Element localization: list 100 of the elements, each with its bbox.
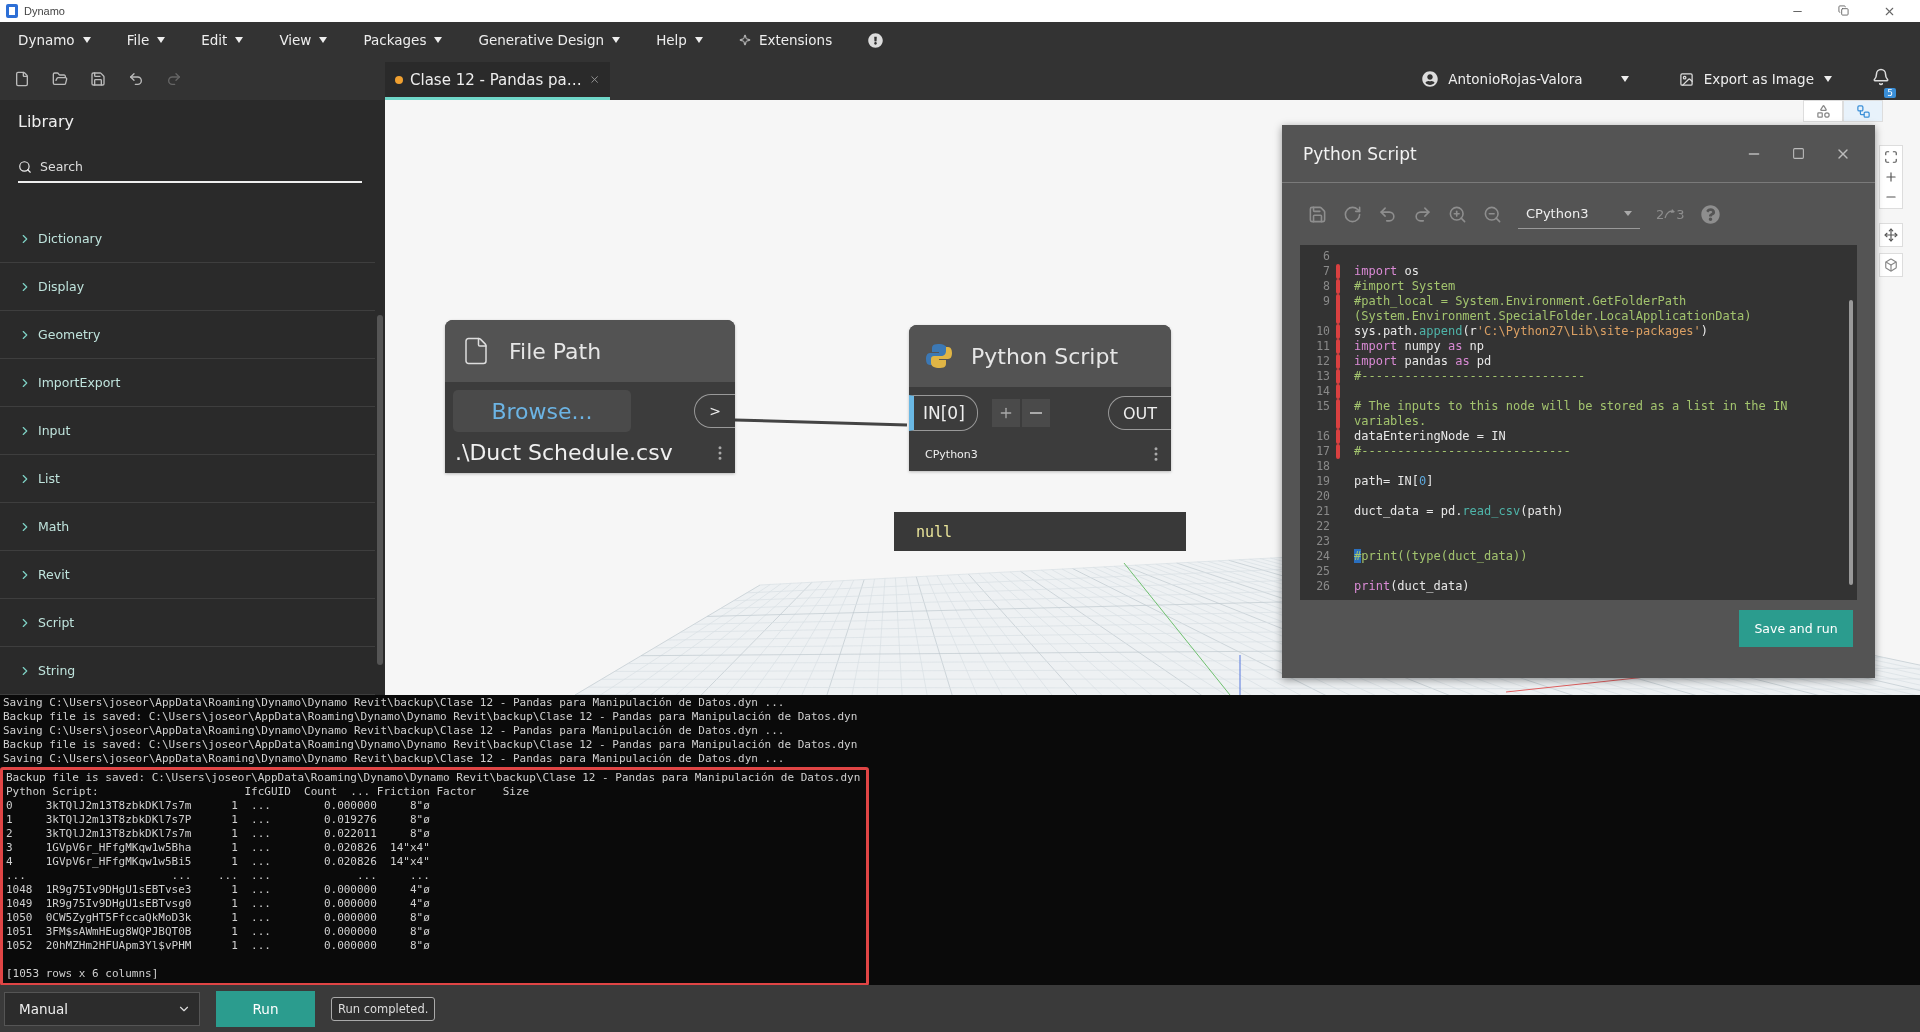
console-line: Saving C:\Users\joseor\AppData\Roaming\Dynamo\Dynamo Revit\backup\Clase 12 - Pandas para Manipulación de Datos.dyn ... [2, 724, 786, 738]
info-icon[interactable] [868, 32, 884, 48]
line-number: 19 [1315, 474, 1331, 489]
run-status: Run completed. [331, 996, 436, 1021]
file-path-node[interactable]: File Path Browse... > .\Duct Schedule.csv [445, 320, 735, 473]
geometry-view-button[interactable] [1803, 100, 1843, 122]
menu-item[interactable]: Help [656, 32, 703, 48]
menu-item[interactable]: Packages [363, 32, 443, 48]
library-category[interactable]: Dictionary [0, 215, 375, 263]
caret-icon [157, 37, 166, 43]
library-category[interactable]: Revit [0, 551, 375, 599]
library-category[interactable]: Geometry [0, 311, 375, 359]
code-editor[interactable] [1300, 245, 1857, 600]
engine-select[interactable]: CPython3 [1518, 199, 1640, 229]
line-number: 18 [1315, 459, 1331, 474]
console-line: [1053 rows x 6 columns] [5, 967, 160, 981]
code-line: dataEnteringNode = IN [1354, 429, 1507, 444]
console-line: Backup file is saved: C:\Users\joseor\AppData\Roaming\Dynamo\Dynamo Revit\backup\Clase 12 - Pandas para Manipulación de Datos.dyn [5, 771, 861, 785]
caret-icon [694, 37, 703, 43]
code-line: #----------------------------- [1354, 444, 1572, 459]
code-line: import pandas as pd [1354, 354, 1493, 369]
line-number: 17 [1315, 444, 1331, 459]
library-category[interactable]: ImportExport [0, 359, 375, 407]
caret-icon [235, 37, 244, 43]
console-line: ... ... ... ... ... ... [5, 869, 431, 883]
bell-icon[interactable] [1872, 68, 1890, 86]
console-line: 1050 0CW5ZygHT5FfccaQkMoD3k 1 ... 0.000000 8"ø [5, 911, 431, 925]
library-category[interactable]: Input [0, 407, 375, 455]
input-port[interactable]: IN[0] [909, 395, 978, 431]
line-number: 13 [1315, 369, 1331, 384]
caret-icon [612, 37, 621, 43]
console-line: 1052 20hMZHm2HFUApm3Yl$vPHM 1 ... 0.000000 8"ø [5, 939, 431, 953]
scrollbar-thumb[interactable] [377, 315, 383, 665]
help-icon[interactable] [1700, 204, 1720, 224]
sparkle-icon [738, 34, 751, 46]
browse-button[interactable]: Browse... [453, 390, 631, 432]
line-number: 8 [1322, 279, 1331, 294]
user-name[interactable]: AntonioRojas-Valora [1448, 71, 1583, 87]
caret-icon [319, 37, 328, 43]
console-line: 4 1GVpV6r_HFfgMKqw1w5Bi5 1 ... 0.020826 14"x4" [5, 855, 431, 869]
document-tab[interactable]: Clase 12 - Pandas pa… [385, 62, 610, 100]
code-line: duct_data = pd.read_csv(path) [1354, 504, 1565, 519]
zoom-in-icon[interactable] [1884, 170, 1898, 184]
line-number: 24 [1315, 549, 1331, 564]
refresh-icon[interactable] [1343, 204, 1362, 224]
menu-item[interactable]: Generative Design [478, 32, 621, 48]
fit-view-icon[interactable] [1884, 150, 1898, 164]
undo-icon[interactable] [128, 71, 144, 87]
folder-icon[interactable] [52, 71, 68, 87]
move-icon[interactable] [1884, 228, 1898, 242]
code-line: print(duct_data) [1354, 579, 1471, 594]
caret-icon [1624, 211, 1632, 216]
file-path-value: .\Duct Schedule.csv [455, 440, 673, 465]
line-number: 23 [1315, 534, 1331, 549]
line-number: 16 [1315, 429, 1331, 444]
library-category[interactable]: Script [0, 599, 375, 647]
library-category[interactable]: Display [0, 263, 375, 311]
menu-item[interactable]: File [126, 32, 166, 48]
python-logo-icon [925, 342, 953, 370]
run-mode-select[interactable]: Manual [4, 991, 200, 1026]
minus-icon [1029, 412, 1042, 414]
code-line: path= IN[0] [1354, 474, 1435, 489]
scrollbar-thumb[interactable] [1849, 300, 1853, 585]
console-line: Saving C:\Users\joseor\AppData\Roaming\Dynamo\Dynamo Revit\backup\Clase 12 - Pandas para Manipulación de Datos.dyn ... [2, 752, 786, 766]
caret-icon [1824, 76, 1832, 82]
graph-view-button[interactable] [1843, 100, 1883, 122]
close-icon[interactable] [588, 73, 600, 86]
menu-item[interactable]: View [279, 32, 328, 48]
remove-input-button[interactable] [1021, 399, 1050, 427]
line-number: 26 [1315, 579, 1331, 594]
shapes-icon [1815, 103, 1831, 119]
search-field[interactable]: Search [18, 151, 362, 183]
code-line: #------------------------------- [1354, 369, 1587, 384]
line-number: 11 [1315, 339, 1331, 354]
export-button[interactable]: Export as Image [1703, 71, 1814, 87]
app-logo-icon [6, 4, 18, 18]
restore-icon[interactable] [1838, 4, 1849, 16]
python-script-node[interactable]: Python Script IN[0] OUT CPython3 [909, 325, 1171, 471]
image-icon [1678, 71, 1694, 87]
zoom-in-icon[interactable] [1448, 204, 1467, 224]
menu-item[interactable]: Extensions [738, 32, 833, 48]
cube-icon[interactable] [1884, 258, 1898, 272]
library-category[interactable]: List [0, 455, 375, 503]
menu-item[interactable]: Edit [201, 32, 244, 48]
line-number: 7 [1322, 264, 1331, 279]
line-number: 15 [1315, 399, 1331, 415]
console-line: Backup file is saved: C:\Users\joseor\AppData\Roaming\Dynamo\Dynamo Revit\backup\Clase 12 - Pandas para Manipulación de Datos.dyn [2, 710, 859, 724]
zoom-out-icon[interactable] [1483, 204, 1502, 224]
code-line: #import System [1354, 279, 1457, 294]
add-input-button[interactable] [991, 399, 1020, 427]
save-icon[interactable] [90, 71, 106, 87]
code-line: import os [1354, 264, 1421, 279]
library-category[interactable]: Math [0, 503, 375, 551]
maximize-icon[interactable] [1792, 147, 1805, 160]
console-line: 1048 1R9g75Iv9DHgU1sEBTvse3 1 ... 0.000000 4"ø [5, 883, 431, 897]
engine-label: CPython3 [925, 447, 978, 461]
redo-icon[interactable] [1413, 204, 1432, 224]
new-file-icon[interactable] [14, 71, 30, 87]
console-line: 1 3kTQlJ2m13T8zbkDKl7s7P 1 ... 0.019276 8"ø [5, 813, 431, 827]
menu-item[interactable]: Dynamo [18, 32, 91, 48]
